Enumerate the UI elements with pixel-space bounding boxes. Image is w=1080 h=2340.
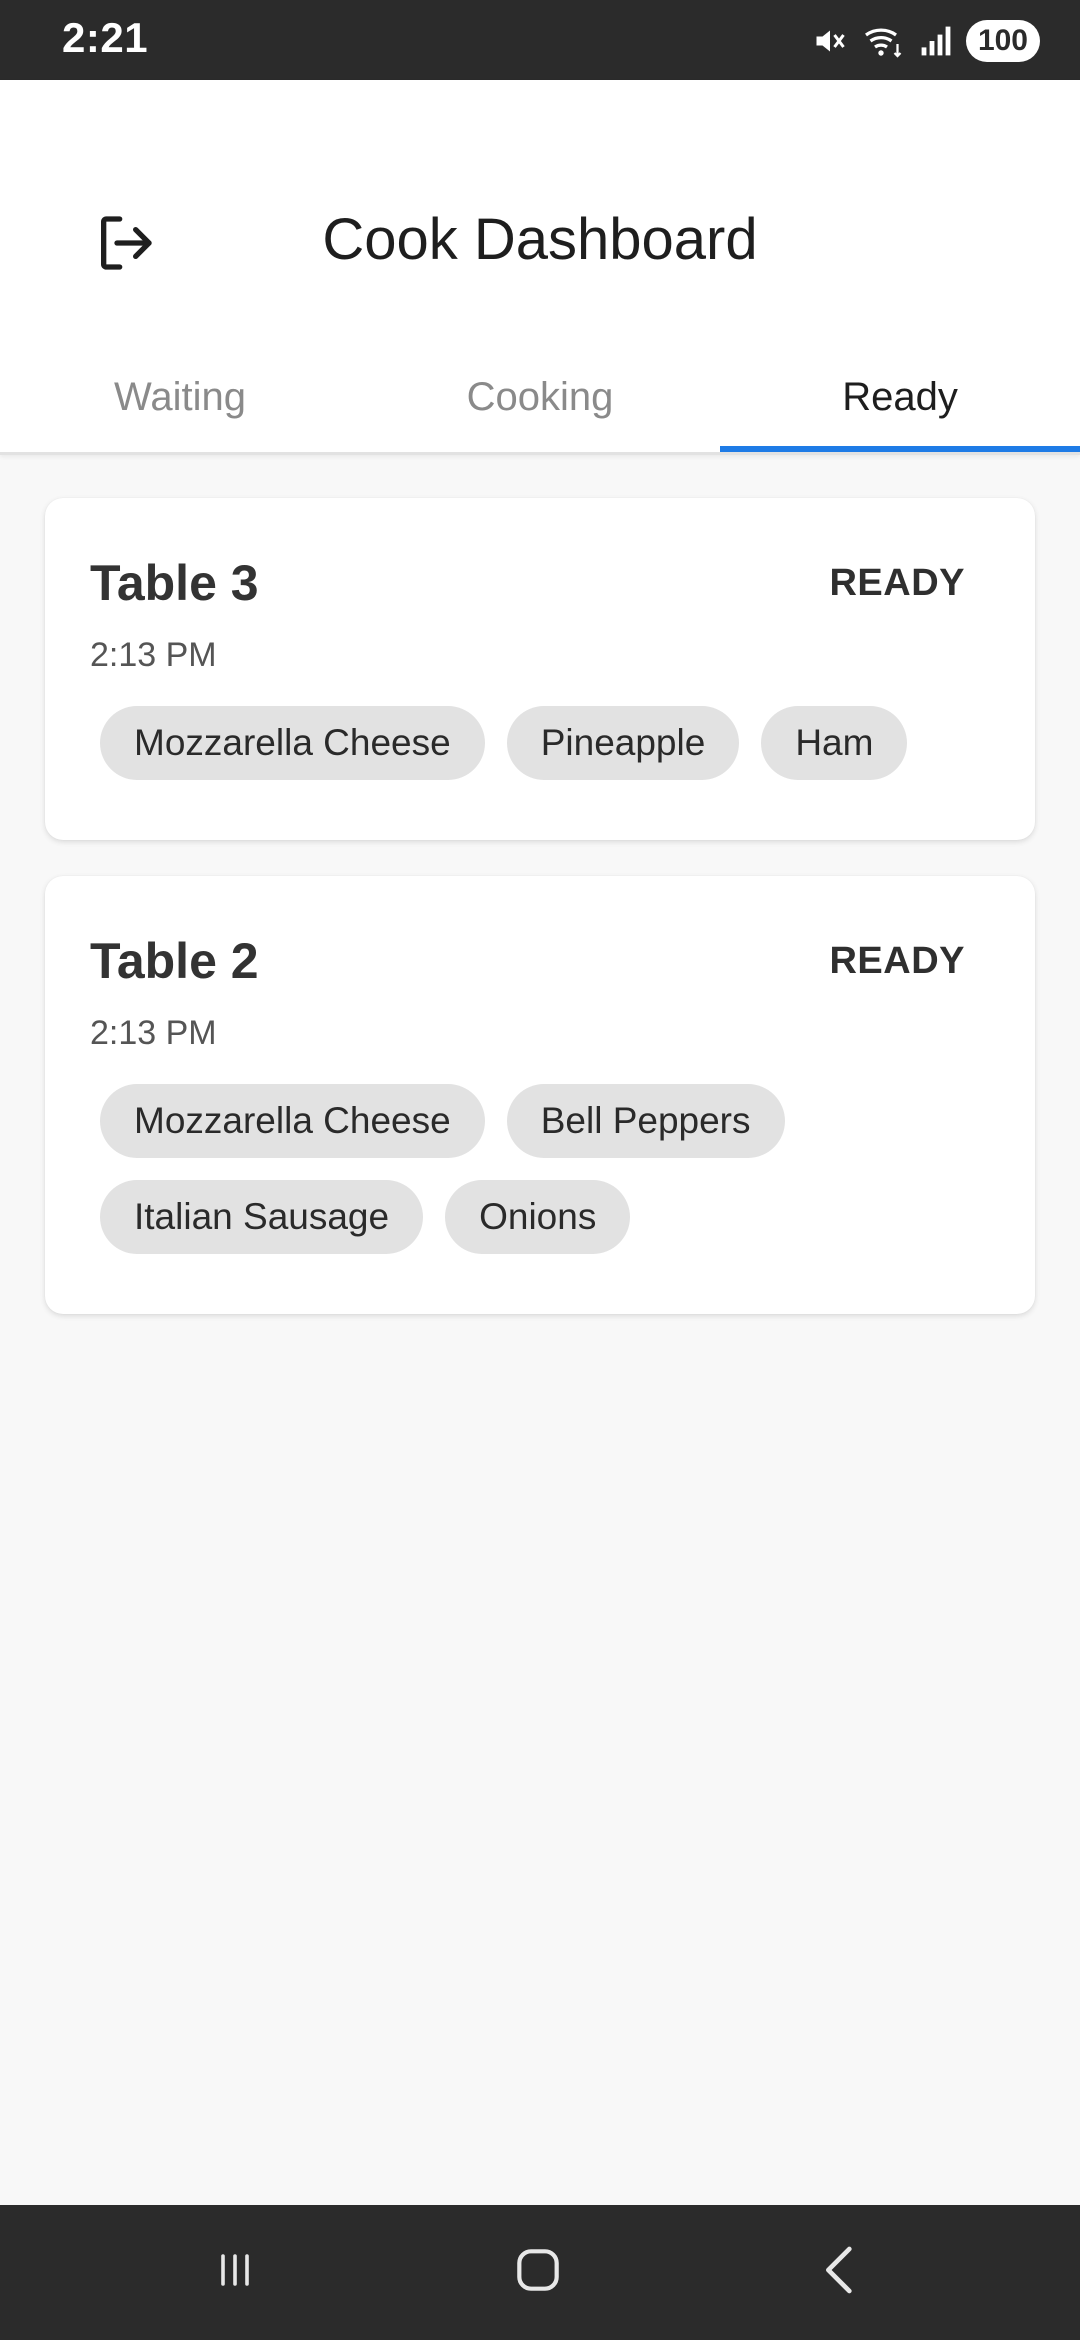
ingredient-chip: Pineapple: [506, 706, 740, 780]
order-list: Table 3 READY 2:13 PM Mozzarella Cheese …: [45, 498, 1035, 1350]
ingredient-chip: Onions: [445, 1180, 631, 1254]
ingredient-chip: Mozzarella Cheese: [100, 706, 485, 780]
back-icon: [816, 2242, 864, 2303]
battery-indicator: 100: [965, 20, 1040, 62]
ingredient-chip: Bell Peppers: [506, 1084, 785, 1158]
order-status: READY: [829, 561, 965, 604]
order-time: 2:13 PM: [90, 636, 217, 674]
tab-cooking[interactable]: Cooking: [360, 352, 720, 452]
signal-icon: [920, 25, 952, 57]
order-card[interactable]: Table 2 READY 2:13 PM Mozzarella Cheese …: [45, 876, 1035, 1314]
tab-waiting[interactable]: Waiting: [0, 352, 360, 452]
recent-apps-icon: [211, 2246, 259, 2299]
system-nav-bar: [0, 2205, 1080, 2340]
wifi-icon: [862, 23, 906, 59]
recent-apps-button[interactable]: [135, 2205, 335, 2340]
mute-icon: [812, 23, 848, 59]
home-button[interactable]: [438, 2205, 638, 2340]
ingredient-chip: Mozzarella Cheese: [100, 1084, 485, 1158]
back-button[interactable]: [740, 2205, 940, 2340]
order-status: READY: [829, 939, 965, 982]
status-bar: 2:21 100: [0, 0, 1080, 80]
page-title: Cook Dashboard: [322, 207, 758, 272]
ingredient-list: Mozzarella Cheese Pineapple Ham: [90, 706, 990, 780]
ingredient-chip: Ham: [761, 706, 908, 780]
table-name: Table 3: [90, 555, 259, 611]
ingredient-list: Mozzarella Cheese Bell Peppers Italian S…: [90, 1084, 990, 1254]
order-card-header: Table 2 READY: [90, 926, 990, 996]
order-card[interactable]: Table 3 READY 2:13 PM Mozzarella Cheese …: [45, 498, 1035, 840]
table-name: Table 2: [90, 933, 259, 989]
app-header: Cook Dashboard Waiting Cooking Ready: [0, 80, 1080, 455]
tab-bar: Waiting Cooking Ready: [0, 352, 1080, 452]
order-time: 2:13 PM: [90, 1014, 217, 1052]
home-icon: [510, 2242, 566, 2303]
status-icons: 100: [812, 20, 1040, 62]
ingredient-chip: Italian Sausage: [100, 1180, 424, 1254]
order-card-header: Table 3 READY: [90, 548, 990, 618]
tab-ready[interactable]: Ready: [720, 352, 1080, 452]
status-time: 2:21: [62, 14, 149, 61]
